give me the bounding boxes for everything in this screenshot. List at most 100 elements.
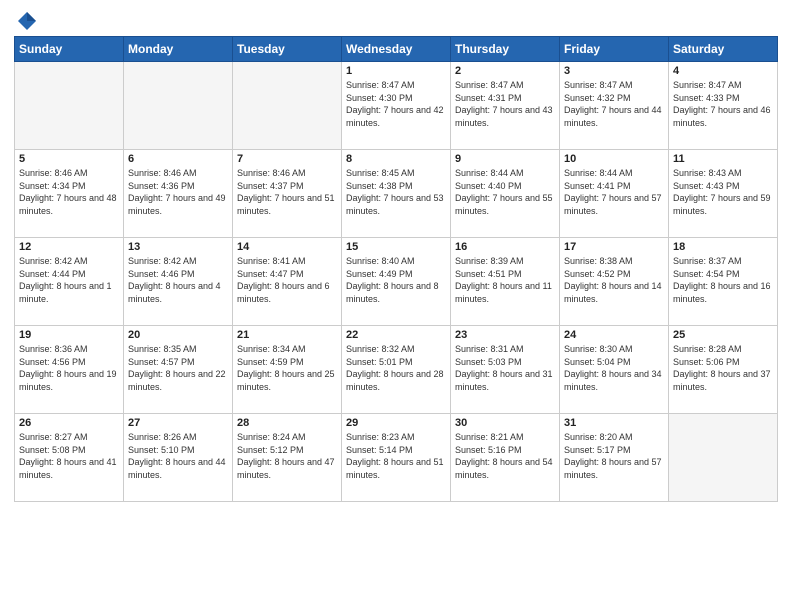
calendar-day-header: Sunday — [15, 37, 124, 62]
day-number: 24 — [564, 329, 664, 341]
calendar-week-row: 1 Sunrise: 8:47 AMSunset: 4:30 PMDaylight… — [15, 62, 778, 150]
day-info: Sunrise: 8:42 AMSunset: 4:44 PMDaylight:… — [19, 255, 119, 305]
day-number: 20 — [128, 329, 228, 341]
calendar-day-cell: 1 Sunrise: 8:47 AMSunset: 4:30 PMDaylight… — [342, 62, 451, 150]
day-info: Sunrise: 8:46 AMSunset: 4:36 PMDaylight:… — [128, 167, 228, 217]
calendar-day-cell: 15Sunrise: 8:40 AMSunset: 4:49 PMDayligh… — [342, 238, 451, 326]
day-number: 27 — [128, 417, 228, 429]
calendar-day-cell: 8 Sunrise: 8:45 AMSunset: 4:38 PMDaylight… — [342, 150, 451, 238]
day-number: 10 — [564, 153, 664, 165]
day-info: Sunrise: 8:41 AMSunset: 4:47 PMDaylight:… — [237, 255, 337, 305]
day-number: 26 — [19, 417, 119, 429]
day-info: Sunrise: 8:34 AMSunset: 4:59 PMDaylight:… — [237, 343, 337, 393]
calendar-day-cell: 7 Sunrise: 8:46 AMSunset: 4:37 PMDaylight… — [233, 150, 342, 238]
calendar-day-cell: 31 Sunrise: 8:20 AMSunset: 5:17 PMDayligh… — [560, 414, 669, 502]
day-number: 28 — [237, 417, 337, 429]
calendar-day-cell: 5Sunrise: 8:46 AMSunset: 4:34 PMDaylight… — [15, 150, 124, 238]
calendar-day-header: Friday — [560, 37, 669, 62]
day-info: Sunrise: 8:44 AMSunset: 4:40 PMDaylight:… — [455, 167, 555, 217]
calendar-day-cell: 19Sunrise: 8:36 AMSunset: 4:56 PMDayligh… — [15, 326, 124, 414]
calendar-day-header: Wednesday — [342, 37, 451, 62]
calendar-day-header: Thursday — [451, 37, 560, 62]
day-info: Sunrise: 8:21 AMSunset: 5:16 PMDaylight:… — [455, 431, 555, 481]
day-info: Sunrise: 8:47 AMSunset: 4:32 PMDaylight:… — [564, 79, 664, 129]
day-number: 15 — [346, 241, 446, 253]
calendar-day-cell: 4 Sunrise: 8:47 AMSunset: 4:33 PMDaylight… — [669, 62, 778, 150]
day-number: 18 — [673, 241, 773, 253]
day-number: 21 — [237, 329, 337, 341]
day-number: 2 — [455, 65, 555, 77]
day-info: Sunrise: 8:38 AMSunset: 4:52 PMDaylight:… — [564, 255, 664, 305]
day-number: 23 — [455, 329, 555, 341]
page-container: SundayMondayTuesdayWednesdayThursdayFrid… — [0, 0, 792, 508]
calendar-day-cell: 22 Sunrise: 8:32 AMSunset: 5:01 PMDayligh… — [342, 326, 451, 414]
calendar-day-header: Saturday — [669, 37, 778, 62]
calendar-week-row: 12 Sunrise: 8:42 AMSunset: 4:44 PMDayligh… — [15, 238, 778, 326]
day-info: Sunrise: 8:43 AMSunset: 4:43 PMDaylight:… — [673, 167, 773, 217]
day-info: Sunrise: 8:31 AMSunset: 5:03 PMDaylight:… — [455, 343, 555, 393]
day-number: 11 — [673, 153, 773, 165]
day-number: 22 — [346, 329, 446, 341]
day-number: 3 — [564, 65, 664, 77]
calendar-day-cell: 24 Sunrise: 8:30 AMSunset: 5:04 PMDayligh… — [560, 326, 669, 414]
day-info: Sunrise: 8:36 AMSunset: 4:56 PMDaylight:… — [19, 343, 119, 393]
calendar-week-row: 5Sunrise: 8:46 AMSunset: 4:34 PMDaylight… — [15, 150, 778, 238]
day-number: 12 — [19, 241, 119, 253]
day-info: Sunrise: 8:45 AMSunset: 4:38 PMDaylight:… — [346, 167, 446, 217]
calendar-day-cell: 11 Sunrise: 8:43 AMSunset: 4:43 PMDayligh… — [669, 150, 778, 238]
calendar-day-cell: 29Sunrise: 8:23 AMSunset: 5:14 PMDayligh… — [342, 414, 451, 502]
day-info: Sunrise: 8:28 AMSunset: 5:06 PMDaylight:… — [673, 343, 773, 393]
calendar-day-cell: 3 Sunrise: 8:47 AMSunset: 4:32 PMDaylight… — [560, 62, 669, 150]
calendar-day-cell: 27 Sunrise: 8:26 AMSunset: 5:10 PMDayligh… — [124, 414, 233, 502]
calendar-day-cell: 21 Sunrise: 8:34 AMSunset: 4:59 PMDayligh… — [233, 326, 342, 414]
calendar-day-cell: 10 Sunrise: 8:44 AMSunset: 4:41 PMDayligh… — [560, 150, 669, 238]
day-number: 29 — [346, 417, 446, 429]
logo-flag-icon — [16, 10, 38, 32]
day-info: Sunrise: 8:39 AMSunset: 4:51 PMDaylight:… — [455, 255, 555, 305]
day-number: 4 — [673, 65, 773, 77]
day-info: Sunrise: 8:30 AMSunset: 5:04 PMDaylight:… — [564, 343, 664, 393]
calendar-day-cell: 20 Sunrise: 8:35 AMSunset: 4:57 PMDayligh… — [124, 326, 233, 414]
calendar-day-header: Tuesday — [233, 37, 342, 62]
day-number: 7 — [237, 153, 337, 165]
day-info: Sunrise: 8:44 AMSunset: 4:41 PMDaylight:… — [564, 167, 664, 217]
calendar-week-row: 19Sunrise: 8:36 AMSunset: 4:56 PMDayligh… — [15, 326, 778, 414]
day-number: 1 — [346, 65, 446, 77]
day-info: Sunrise: 8:20 AMSunset: 5:17 PMDaylight:… — [564, 431, 664, 481]
day-info: Sunrise: 8:46 AMSunset: 4:37 PMDaylight:… — [237, 167, 337, 217]
day-info: Sunrise: 8:26 AMSunset: 5:10 PMDaylight:… — [128, 431, 228, 481]
calendar-day-cell: 28 Sunrise: 8:24 AMSunset: 5:12 PMDayligh… — [233, 414, 342, 502]
calendar-week-row: 26 Sunrise: 8:27 AMSunset: 5:08 PMDayligh… — [15, 414, 778, 502]
day-info: Sunrise: 8:42 AMSunset: 4:46 PMDaylight:… — [128, 255, 228, 305]
calendar-day-cell — [233, 62, 342, 150]
day-number: 14 — [237, 241, 337, 253]
calendar-day-cell: 25 Sunrise: 8:28 AMSunset: 5:06 PMDayligh… — [669, 326, 778, 414]
calendar-day-cell: 17Sunrise: 8:38 AMSunset: 4:52 PMDayligh… — [560, 238, 669, 326]
day-number: 30 — [455, 417, 555, 429]
calendar-day-cell — [669, 414, 778, 502]
calendar-day-cell: 16Sunrise: 8:39 AMSunset: 4:51 PMDayligh… — [451, 238, 560, 326]
calendar-day-cell: 23 Sunrise: 8:31 AMSunset: 5:03 PMDayligh… — [451, 326, 560, 414]
calendar-day-cell: 18 Sunrise: 8:37 AMSunset: 4:54 PMDayligh… — [669, 238, 778, 326]
calendar-day-cell: 9 Sunrise: 8:44 AMSunset: 4:40 PMDaylight… — [451, 150, 560, 238]
day-info: Sunrise: 8:35 AMSunset: 4:57 PMDaylight:… — [128, 343, 228, 393]
day-info: Sunrise: 8:37 AMSunset: 4:54 PMDaylight:… — [673, 255, 773, 305]
calendar-day-cell — [15, 62, 124, 150]
day-number: 31 — [564, 417, 664, 429]
day-info: Sunrise: 8:24 AMSunset: 5:12 PMDaylight:… — [237, 431, 337, 481]
day-number: 6 — [128, 153, 228, 165]
day-number: 8 — [346, 153, 446, 165]
day-number: 5 — [19, 153, 119, 165]
calendar-day-cell: 12 Sunrise: 8:42 AMSunset: 4:44 PMDayligh… — [15, 238, 124, 326]
calendar-day-cell: 6 Sunrise: 8:46 AMSunset: 4:36 PMDaylight… — [124, 150, 233, 238]
day-info: Sunrise: 8:47 AMSunset: 4:30 PMDaylight:… — [346, 79, 446, 129]
calendar-header-row: SundayMondayTuesdayWednesdayThursdayFrid… — [15, 37, 778, 62]
calendar-day-cell: 14 Sunrise: 8:41 AMSunset: 4:47 PMDayligh… — [233, 238, 342, 326]
calendar-day-header: Monday — [124, 37, 233, 62]
calendar-day-cell: 13Sunrise: 8:42 AMSunset: 4:46 PMDayligh… — [124, 238, 233, 326]
day-info: Sunrise: 8:27 AMSunset: 5:08 PMDaylight:… — [19, 431, 119, 481]
day-info: Sunrise: 8:32 AMSunset: 5:01 PMDaylight:… — [346, 343, 446, 393]
day-number: 25 — [673, 329, 773, 341]
day-number: 9 — [455, 153, 555, 165]
day-info: Sunrise: 8:47 AMSunset: 4:33 PMDaylight:… — [673, 79, 773, 129]
